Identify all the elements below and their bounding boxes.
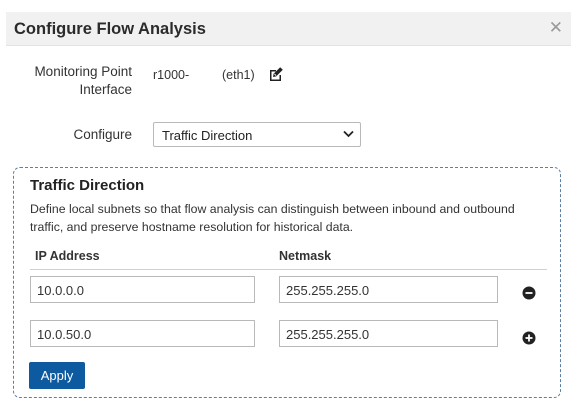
traffic-direction-description: Define local subnets so that flow analys… xyxy=(30,202,515,234)
dialog-titlebar: Configure Flow Analysis ✕ xyxy=(6,12,571,46)
plus-circle-icon[interactable] xyxy=(522,331,536,345)
close-icon[interactable]: ✕ xyxy=(549,18,563,38)
apply-button[interactable]: Apply xyxy=(29,362,85,389)
chevron-down-icon xyxy=(343,130,354,138)
configure-select-value: Traffic Direction xyxy=(162,128,253,143)
traffic-direction-panel: Traffic Direction Define local subnets s… xyxy=(13,167,561,398)
netmask-input[interactable]: 255.255.255.0 xyxy=(279,320,498,347)
netmask-input[interactable]: 255.255.255.0 xyxy=(279,276,498,303)
monitoring-point-label: Monitoring Point Interface xyxy=(2,63,132,99)
ip-address-input[interactable]: 10.0.50.0 xyxy=(30,320,255,347)
configure-select[interactable]: Traffic Direction xyxy=(153,122,361,147)
dialog-title: Configure Flow Analysis xyxy=(14,20,206,38)
netmask-column-header: Netmask xyxy=(279,249,332,263)
monitoring-point-interface: (eth1) xyxy=(222,68,255,82)
monitoring-point-label-line2: Interface xyxy=(79,82,132,97)
edit-icon[interactable] xyxy=(268,66,284,82)
monitoring-point-host: r1000- xyxy=(153,68,190,82)
traffic-direction-title: Traffic Direction xyxy=(30,177,145,194)
monitoring-point-label-line1: Monitoring Point xyxy=(34,64,132,79)
header-divider xyxy=(30,269,547,270)
configure-label: Configure xyxy=(73,127,132,142)
ip-address-input[interactable]: 10.0.0.0 xyxy=(30,276,255,303)
configure-flow-analysis-dialog: Configure Flow Analysis ✕ Monitoring Poi… xyxy=(0,0,578,407)
ip-address-column-header: IP Address xyxy=(35,249,100,263)
minus-circle-icon[interactable] xyxy=(522,286,536,300)
